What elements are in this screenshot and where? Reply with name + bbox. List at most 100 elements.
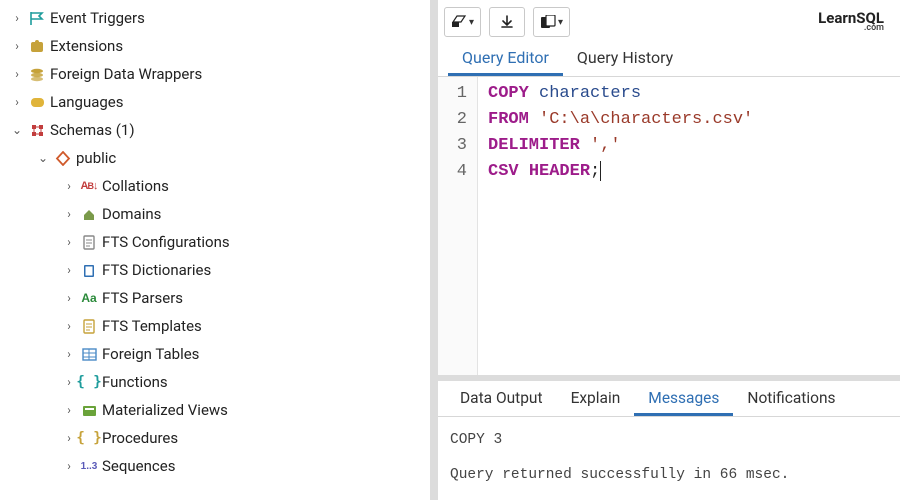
editor-toolbar: ▾ ▾ LearnSQL .com [438,0,900,40]
clipboard-icon [540,15,556,29]
tree-item-label: public [76,149,116,167]
brand-logo: LearnSQL .com [818,11,894,33]
chevron-down-icon: ▾ [558,17,563,28]
query-editor[interactable]: 1234 COPY charactersFROM 'C:\a\character… [438,77,900,375]
tree-item-label: FTS Templates [102,317,202,335]
paste-button[interactable]: ▾ [533,7,570,37]
output-tab[interactable]: Explain [557,381,635,416]
code-line[interactable]: CSV HEADER; [488,159,753,185]
message-line: COPY 3 [450,427,888,455]
chevron-right-icon[interactable]: › [60,179,78,193]
output-tabs: Data OutputExplainMessagesNotifications [438,381,900,417]
download-button[interactable] [489,7,525,37]
main-pane: ▾ ▾ LearnSQL .com Query EditorQuery Hist… [438,0,900,500]
tree-item[interactable]: ⌄Schemas (1) [8,116,430,144]
chevron-right-icon[interactable]: › [8,67,26,81]
chevron-down-icon: ▾ [469,17,474,28]
chevron-right-icon[interactable]: › [60,375,78,389]
chevron-right-icon[interactable]: › [8,39,26,53]
tree-item[interactable]: › Languages [8,88,430,116]
tree-item[interactable]: › FTS Configurations [8,228,430,256]
text-cursor [600,161,601,181]
tree-item-icon: { } [78,374,100,390]
chevron-down-icon[interactable]: ⌄ [34,151,52,165]
tree-item-icon [26,95,48,110]
tree-item-label: Materialized Views [102,401,228,419]
tree-item-label: Event Triggers [50,9,145,27]
line-number: 3 [438,133,467,159]
output-tab[interactable]: Data Output [446,381,557,416]
chevron-right-icon[interactable]: › [60,235,78,249]
tree-item-icon [78,347,100,362]
tree-item[interactable]: ›1..3Sequences [8,452,430,480]
tree-item[interactable]: ›AaFTS Parsers [8,284,430,312]
tree-item-icon [78,319,100,334]
editor-tabs: Query EditorQuery History [438,40,900,77]
code-line[interactable]: FROM 'C:\a\characters.csv' [488,107,753,133]
tree-item-icon [78,207,100,222]
tree-item-icon [26,39,48,54]
tree-item[interactable]: ⌄ public [8,144,430,172]
tree-item-icon [78,403,100,418]
tree-item-icon: { } [78,430,100,446]
code-area[interactable]: COPY charactersFROM 'C:\a\characters.csv… [478,77,753,375]
tree-item-icon: AB↓ [78,180,100,192]
sidebar-tree: › Event Triggers › Extensions › Foreign Data … [0,0,430,500]
output-tab[interactable]: Notifications [733,381,849,416]
tree-item[interactable]: › Event Triggers [8,4,430,32]
chevron-right-icon[interactable]: › [60,403,78,417]
tree-item-label: Languages [50,93,124,111]
tree-item-icon [52,151,74,166]
messages-panel: COPY 3 Query returned successfully in 66… [438,417,900,500]
tree-item-label: Sequences [102,457,175,475]
tree-item[interactable]: › Foreign Tables [8,340,430,368]
erase-button[interactable]: ▾ [444,7,481,37]
line-number: 2 [438,107,467,133]
chevron-right-icon[interactable]: › [60,459,78,473]
tree-item-label: Extensions [50,37,123,55]
tree-item[interactable]: › Extensions [8,32,430,60]
tree-item-label: Domains [102,205,161,223]
code-line[interactable]: COPY characters [488,81,753,107]
editor-tab[interactable]: Query History [563,40,687,76]
chevron-down-icon[interactable]: ⌄ [8,123,26,137]
tree-item-icon [78,235,100,250]
tree-item-label: FTS Dictionaries [102,261,211,279]
tree-item[interactable]: › Foreign Data Wrappers [8,60,430,88]
tree-item-icon [26,123,48,138]
tree-item-icon [26,11,48,26]
tree-item-icon [26,67,48,82]
tree-item-label: FTS Parsers [102,289,183,307]
chevron-right-icon[interactable]: › [60,347,78,361]
chevron-right-icon[interactable]: › [60,291,78,305]
download-icon [500,15,514,29]
chevron-right-icon[interactable]: › [60,263,78,277]
tree-item-label: Foreign Data Wrappers [50,65,202,83]
tree-item-label: Foreign Tables [102,345,199,363]
output-tab[interactable]: Messages [634,381,733,416]
tree-item-label: FTS Configurations [102,233,230,251]
tree-item-icon: Aa [78,291,100,305]
eraser-icon [451,15,467,29]
chevron-right-icon[interactable]: › [8,95,26,109]
chevron-right-icon[interactable]: › [60,431,78,445]
chevron-right-icon[interactable]: › [60,319,78,333]
chevron-right-icon[interactable]: › [60,207,78,221]
tree-item[interactable]: › Domains [8,200,430,228]
tree-item[interactable]: › Materialized Views [8,396,430,424]
editor-tab[interactable]: Query Editor [448,40,563,76]
tree-item[interactable]: ›AB↓Collations [8,172,430,200]
tree-item[interactable]: ›{ }Functions [8,368,430,396]
tree-item[interactable]: › FTS Dictionaries [8,256,430,284]
vertical-splitter[interactable] [430,0,438,500]
line-number: 4 [438,159,467,185]
code-line[interactable]: DELIMITER ',' [488,133,753,159]
tree-item[interactable]: ›{ }Procedures [8,424,430,452]
chevron-right-icon[interactable]: › [8,11,26,25]
line-number: 1 [438,81,467,107]
tree-item-label: Functions [102,373,168,391]
tree-item-icon [78,263,100,278]
message-line: Query returned successfully in 66 msec. [450,462,888,490]
tree-item[interactable]: › FTS Templates [8,312,430,340]
tree-item-label: Collations [102,177,169,195]
